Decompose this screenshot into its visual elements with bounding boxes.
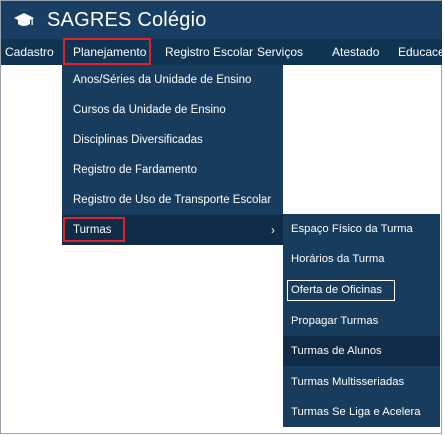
submenu-item-espaco-fisico[interactable]: Espaço Físico da Turma: [283, 214, 440, 244]
submenu-item-oferta-oficinas[interactable]: Oferta de Oficinas: [283, 275, 440, 305]
dropdown-item-label: Registro de Uso de Transporte Escolar: [73, 194, 272, 206]
submenu-item-label: Propagar Turmas: [291, 315, 379, 327]
menu-educaceo[interactable]: Educaceo: [398, 39, 442, 65]
dropdown-item-label: Cursos da Unidade de Ensino: [73, 104, 226, 116]
submenu-item-label: Turmas Multisseriadas: [291, 376, 405, 388]
dropdown-item-fardamento[interactable]: Registro de Fardamento: [62, 155, 283, 185]
menu-cadastro[interactable]: Cadastro: [5, 39, 54, 65]
submenu-item-label: Espaço Físico da Turma: [291, 223, 413, 235]
submenu-item-turmas-alunos[interactable]: Turmas de Alunos: [283, 336, 440, 366]
submenu-item-label: Horários da Turma: [291, 253, 385, 265]
submenu-item-se-liga-acelera[interactable]: Turmas Se Liga e Acelera: [283, 397, 440, 427]
submenu-item-propagar[interactable]: Propagar Turmas: [283, 306, 440, 336]
graduation-cap-icon: [14, 13, 34, 26]
turmas-highlight: [63, 217, 125, 242]
app-title: SAGRES Colégio: [47, 9, 207, 31]
dropdown-item-label: Disciplinas Diversificadas: [73, 134, 203, 146]
menu-registro-escolar[interactable]: Registro Escolar: [165, 39, 253, 65]
menu-atestado[interactable]: Atestado: [332, 39, 379, 65]
menu-servicos[interactable]: Serviços: [257, 39, 303, 65]
submenu-item-label: Turmas Se Liga e Acelera: [291, 406, 421, 418]
dropdown-item-cursos[interactable]: Cursos da Unidade de Ensino: [62, 95, 283, 125]
submenu-item-horarios[interactable]: Horários da Turma: [283, 244, 440, 274]
dropdown-item-disciplinas[interactable]: Disciplinas Diversificadas: [62, 125, 283, 155]
title-bar: SAGRES Colégio: [1, 1, 442, 39]
submenu-item-multisseriadas[interactable]: Turmas Multisseriadas: [283, 367, 440, 397]
submenu-item-label: Oferta de Oficinas: [291, 284, 383, 296]
planejamento-highlight: [63, 38, 151, 65]
dropdown-item-transporte[interactable]: Registro de Uso de Transporte Escolar: [62, 185, 283, 215]
turmas-submenu: Espaço Físico da Turma Horários da Turma…: [283, 214, 440, 427]
submenu-item-label: Turmas de Alunos: [291, 345, 382, 357]
chevron-right-icon: ›: [271, 223, 275, 237]
dropdown-item-label: Anos/Séries da Unidade de Ensino: [73, 74, 252, 86]
dropdown-item-anos-series[interactable]: Anos/Séries da Unidade de Ensino: [62, 65, 283, 95]
dropdown-item-label: Registro de Fardamento: [73, 164, 198, 176]
